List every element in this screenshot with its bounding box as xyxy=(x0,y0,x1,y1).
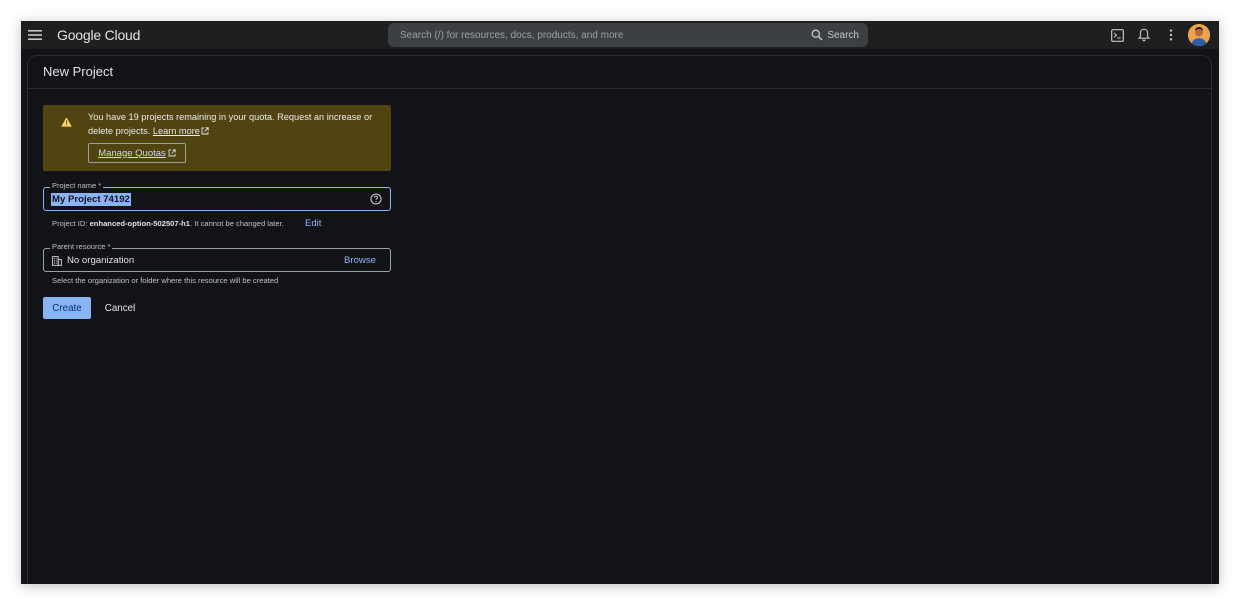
more-vert-icon xyxy=(1169,29,1173,41)
more-options-button[interactable] xyxy=(1163,27,1179,43)
parent-resource-value: No organization xyxy=(67,255,135,266)
page-title: New Project xyxy=(43,64,114,79)
parent-resource-field: Parent resource * No organization Browse xyxy=(43,242,391,272)
google-cloud-logo[interactable]: Google Cloud xyxy=(57,27,140,43)
warning-icon xyxy=(61,117,72,127)
avatar[interactable] xyxy=(1188,24,1210,46)
browse-button[interactable]: Browse xyxy=(344,255,376,266)
notifications-icon xyxy=(1138,28,1150,42)
project-name-label: Project name * xyxy=(50,181,104,191)
search-button[interactable]: Search xyxy=(811,27,859,43)
learn-more-link[interactable]: Learn more xyxy=(153,126,209,136)
panel-header: New Project xyxy=(28,56,1211,89)
external-link-icon xyxy=(201,126,209,134)
create-button[interactable]: Create xyxy=(43,297,91,319)
main-menu-button[interactable] xyxy=(26,26,44,44)
search-icon xyxy=(811,29,823,41)
project-name-input[interactable]: My Project 74192 xyxy=(51,193,131,206)
learn-more-label: Learn more xyxy=(152,125,200,136)
manage-quotas-label: Manage Quotas xyxy=(98,147,166,159)
notifications-button[interactable] xyxy=(1136,27,1152,43)
warning-text: You have 19 projects remaining in your q… xyxy=(88,112,373,136)
new-project-panel: New Project You have 19 projects remaini… xyxy=(27,55,1212,584)
top-bar: Google Cloud Search xyxy=(21,21,1219,49)
warning-message: You have 19 projects remaining in your q… xyxy=(88,111,378,138)
project-id-suffix: . It cannot be changed later. xyxy=(190,219,284,228)
cloud-shell-icon xyxy=(1110,28,1124,42)
help-icon[interactable] xyxy=(370,193,382,205)
quota-warning-banner: You have 19 projects remaining in your q… xyxy=(43,105,391,171)
search-input[interactable] xyxy=(400,23,800,47)
search-bar: Search xyxy=(388,23,868,47)
parent-resource-label: Parent resource * xyxy=(50,242,113,252)
external-link-icon xyxy=(168,149,176,157)
edit-project-id-button[interactable]: Edit xyxy=(305,218,321,229)
cloud-shell-button[interactable] xyxy=(1109,27,1125,43)
cancel-button[interactable]: Cancel xyxy=(100,297,140,319)
console-window: Google Cloud Search (/) for resources, d… xyxy=(21,21,1219,584)
parent-resource-helper: Select the organization or folder where … xyxy=(52,276,279,285)
user-avatar-icon xyxy=(1188,24,1210,46)
hamburger-menu-icon xyxy=(28,30,42,40)
project-id-text: Project ID: enhanced-option-502507-h1. I… xyxy=(52,219,284,228)
project-id-value: enhanced-option-502507-h1 xyxy=(89,219,191,228)
project-id-prefix: Project ID: xyxy=(52,219,88,228)
search-button-label: Search xyxy=(827,29,859,41)
manage-quotas-button[interactable]: Manage Quotas xyxy=(88,143,186,163)
project-name-field[interactable]: Project name * My Project 74192 xyxy=(43,181,391,211)
organization-icon xyxy=(52,256,62,266)
